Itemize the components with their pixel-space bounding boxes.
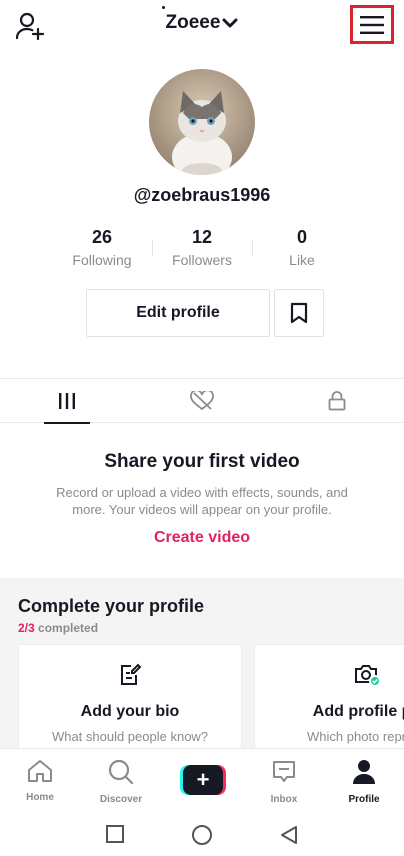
nav-label: Inbox (270, 794, 298, 805)
videos-grid-icon (59, 393, 75, 409)
private-lock-icon (328, 391, 346, 411)
complete-profile-section: Complete your profile 2/3 completed Add … (0, 578, 404, 754)
stat-value: 12 (191, 227, 213, 247)
edit-profile-button[interactable]: Edit profile (86, 289, 270, 337)
top-bar: Zoeee (0, 0, 404, 52)
progress-label: completed (38, 621, 99, 635)
edit-note-icon (19, 663, 241, 687)
section-title: Complete your profile (18, 596, 205, 616)
back-triangle-icon (281, 826, 297, 844)
profile-tabs (0, 378, 404, 424)
username: @zoebraus1996 (133, 185, 271, 205)
avatar[interactable] (149, 69, 255, 175)
nav-discover[interactable]: Discover (81, 759, 161, 805)
page-title: Zoeee (165, 12, 221, 33)
empty-state-description: Record or upload a video with effects, s… (56, 485, 348, 517)
bookmark-icon (290, 302, 308, 324)
favorites-button[interactable] (274, 289, 324, 337)
bottom-navigation: Home Discover + Inbox Profile (0, 748, 404, 810)
card-subtitle: Which photo represe (307, 729, 404, 744)
chevron-down-icon (222, 18, 238, 28)
circle-icon (192, 825, 212, 845)
stat-value: 26 (91, 227, 113, 247)
home-icon (28, 760, 52, 782)
square-icon (106, 825, 124, 843)
recent-apps-button[interactable] (105, 824, 127, 846)
nav-label: Profile (348, 794, 380, 805)
back-system-button[interactable] (278, 824, 300, 846)
status-dot (162, 6, 165, 9)
home-system-button[interactable] (191, 824, 213, 846)
nav-profile[interactable]: Profile (324, 759, 404, 805)
profile-stats: 26 Following 12 Followers 0 Like (52, 226, 352, 276)
profile-icon (353, 760, 375, 784)
stat-label: Followers (172, 252, 232, 268)
inbox-icon (273, 761, 295, 782)
empty-state-title: Share your first video (104, 451, 300, 472)
create-video-link[interactable]: Create video (0, 529, 404, 547)
search-icon (108, 759, 134, 785)
stat-label: Like (289, 252, 315, 268)
card-title: Add your bio (80, 703, 180, 720)
nav-inbox[interactable]: Inbox (244, 759, 324, 805)
create-button[interactable]: + (180, 765, 226, 795)
stat-followers[interactable]: 12 Followers (152, 226, 252, 268)
camera-icon (255, 663, 404, 687)
tab-videos[interactable] (0, 379, 134, 424)
nav-label: Home (26, 792, 54, 803)
tab-private[interactable] (270, 379, 404, 423)
progress-count: 2/3 (18, 621, 35, 635)
nav-label: Discover (99, 794, 143, 805)
stat-likes[interactable]: 0 Like (252, 226, 352, 268)
card-title: Add profile ph (312, 703, 404, 720)
liked-icon (190, 391, 214, 411)
active-tab-indicator (44, 422, 90, 424)
add-bio-card[interactable]: Add your bio What should people know? (18, 644, 242, 754)
hamburger-icon (360, 15, 384, 34)
tab-liked[interactable] (135, 379, 269, 423)
plus-icon: + (183, 765, 223, 795)
stat-value: 0 (296, 227, 307, 247)
progress-text: 2/3 completed (18, 621, 98, 635)
menu-button[interactable] (350, 5, 394, 44)
stat-label: Following (72, 252, 132, 268)
nav-home[interactable]: Home (0, 759, 80, 803)
card-subtitle: What should people know? (51, 729, 209, 744)
stat-following[interactable]: 26 Following (52, 226, 152, 268)
system-nav-bar (0, 810, 404, 856)
account-switcher[interactable]: Zoeee (0, 6, 404, 34)
add-photo-card[interactable]: Add profile ph Which photo represe (254, 644, 404, 754)
